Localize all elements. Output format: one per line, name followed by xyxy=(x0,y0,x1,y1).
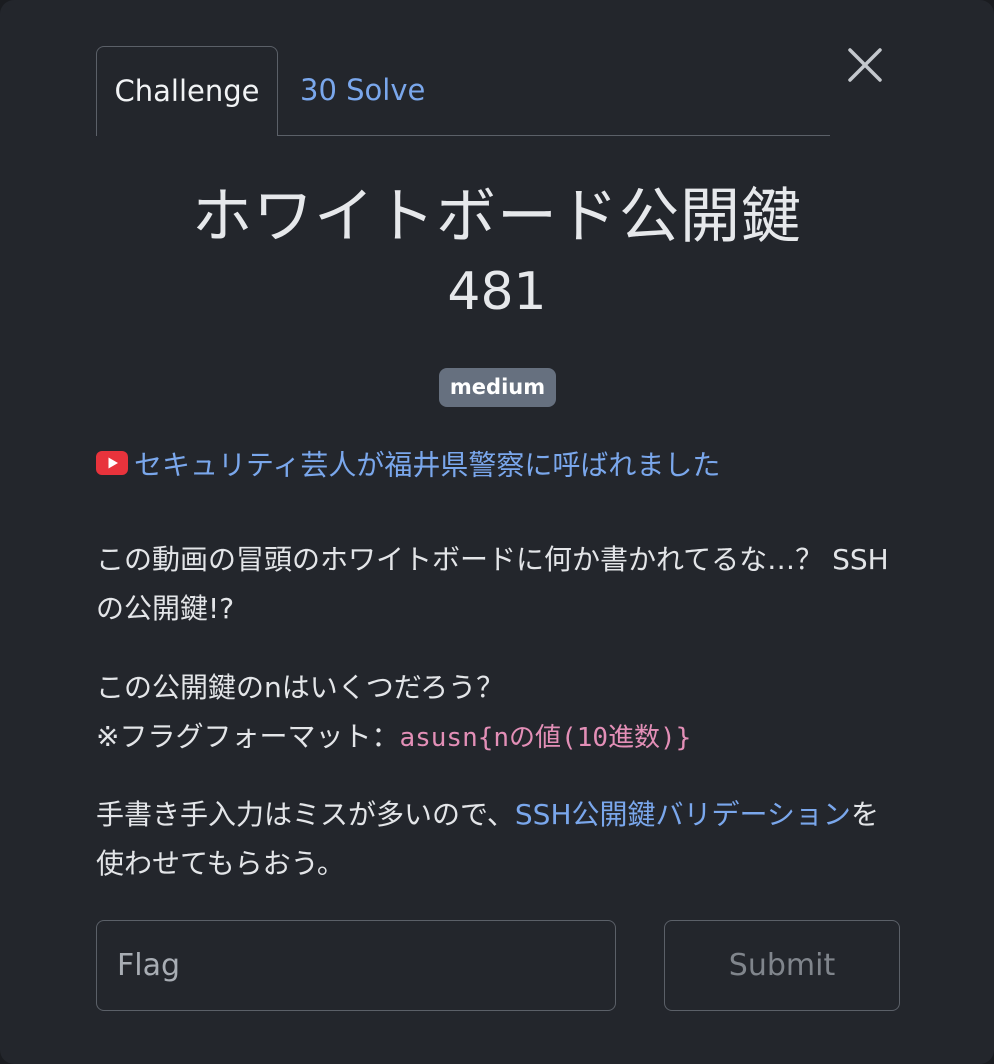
submit-button[interactable]: Submit xyxy=(664,920,900,1011)
tab-solves[interactable]: 30 Solve xyxy=(300,46,425,135)
flag-input[interactable] xyxy=(96,920,616,1011)
difficulty-badge: medium xyxy=(439,368,556,407)
challenge-title: ホワイトボード公開鍵 xyxy=(192,182,802,252)
flag-format-label: ※フラグフォーマット： xyxy=(96,720,400,753)
tab-challenge[interactable]: Challenge xyxy=(96,46,278,136)
video-link[interactable]: セキュリティ芸人が福井県警察に呼ばれました xyxy=(134,449,720,482)
n-question-text: この公開鍵のnはいくつだろう？ xyxy=(96,671,505,704)
youtube-icon xyxy=(96,450,128,475)
challenge-modal: Challenge 30 Solve ホワイトボード公開鍵 481 medium… xyxy=(0,0,994,1064)
description-paragraph-3: 手書き手入力はミスが多いので、SSH公開鍵バリデーションを使わせてもらおう。 xyxy=(96,790,896,888)
close-icon[interactable] xyxy=(842,42,888,88)
ssh-validation-link[interactable]: SSH公開鍵バリデーション xyxy=(515,798,851,831)
challenge-points: 481 xyxy=(447,262,547,322)
description-paragraph-2: この公開鍵のnはいくつだろう？ ※フラグフォーマット：asusn{nの値(10進… xyxy=(96,663,896,763)
description-paragraph-1: この動画の冒頭のホワイトボードに何か書かれてるな…？ SSHの公開鍵!? xyxy=(96,543,889,625)
tab-bar: Challenge 30 Solve xyxy=(96,46,830,136)
video-link-row: セキュリティ芸人が福井県警察に呼ばれました xyxy=(96,441,720,489)
note-text-prefix: 手書き手入力はミスが多いので、 xyxy=(96,798,515,831)
flag-format-code: asusn{nの値(10進数)} xyxy=(399,723,692,753)
